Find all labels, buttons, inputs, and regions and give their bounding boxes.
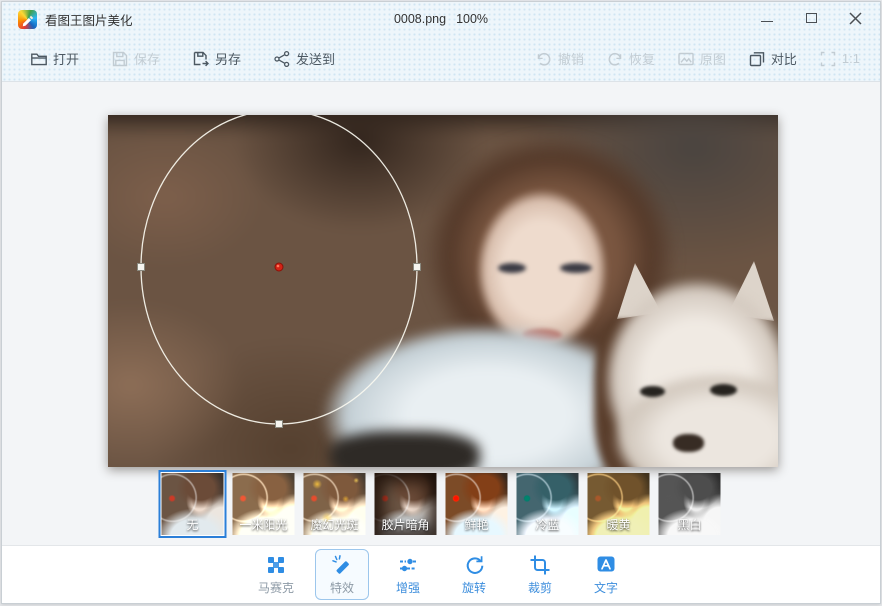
filter-label: 鲜艳 (446, 516, 508, 533)
filter-label: 胶片暗角 (375, 516, 437, 533)
filter-thumb-vivid[interactable]: 鲜艳 (446, 473, 508, 535)
open-label: 打开 (53, 49, 79, 68)
maximize-icon (806, 13, 817, 23)
document-title: 0008.png 100% (2, 2, 880, 36)
filter-thumb-film-vignette[interactable]: 胶片暗角 (375, 473, 437, 535)
close-button[interactable] (840, 5, 870, 31)
filter-label: 冷蓝 (517, 516, 579, 533)
crop-tool-button[interactable]: 裁剪 (513, 549, 567, 600)
effects-tool-button[interactable]: 特效 (315, 549, 369, 600)
text-tool-button[interactable]: 文字 (579, 549, 633, 600)
filter-thumb-magic-bokeh[interactable]: 魔幻光斑 (304, 473, 366, 535)
header: 看图王图片美化 0008.png 100% 打开 (2, 2, 880, 82)
filter-label: 黑白 (659, 516, 721, 533)
selection-overlay (108, 115, 778, 467)
undo-button[interactable]: 撤销 (535, 49, 584, 68)
save-icon (111, 50, 129, 68)
selection-handle-bottom[interactable] (276, 421, 283, 428)
sliders-icon (397, 554, 419, 576)
text-label: 文字 (594, 579, 618, 596)
redo-icon (606, 50, 624, 68)
window-controls (752, 5, 870, 31)
titlebar[interactable]: 看图王图片美化 0008.png 100% (2, 2, 880, 36)
compare-button[interactable]: 对比 (748, 49, 797, 68)
share-icon (273, 50, 291, 68)
app-window: 看图王图片美化 0008.png 100% 打开 (1, 1, 881, 604)
save-as-icon (192, 50, 210, 68)
minimize-icon (761, 21, 773, 22)
rotate-icon (463, 554, 485, 576)
open-button[interactable]: 打开 (30, 49, 79, 68)
zoom-level: 100% (456, 12, 488, 26)
selection-handle-left[interactable] (138, 264, 145, 271)
app-title: 看图王图片美化 (45, 10, 133, 29)
redo-button[interactable]: 恢复 (606, 49, 655, 68)
save-as-button[interactable]: 另存 (192, 49, 241, 68)
compare-label: 对比 (771, 49, 797, 68)
filter-thumb-cool-blue[interactable]: 冷蓝 (517, 473, 579, 535)
one-to-one-icon (819, 50, 837, 68)
bottom-toolbar: 马赛克 特效 增强 旋转 裁剪 文字 (2, 545, 880, 603)
original-image-icon (677, 50, 695, 68)
close-icon (849, 12, 862, 25)
filter-thumb-none[interactable]: 无 (162, 473, 224, 535)
mosaic-label: 马赛克 (258, 579, 294, 596)
mosaic-tool-button[interactable]: 马赛克 (249, 549, 303, 600)
toolbar-right-group: 撤销 恢复 原图 对比 1:1 (535, 49, 860, 68)
compare-icon (748, 50, 766, 68)
rotate-label: 旋转 (462, 579, 486, 596)
send-to-button[interactable]: 发送到 (273, 49, 335, 68)
minimize-button[interactable] (752, 5, 782, 31)
selection-center-highlight (277, 265, 280, 268)
toolbar-left-group: 打开 保存 另存 发送到 (30, 49, 335, 68)
filter-thumb-black-white[interactable]: 黑白 (659, 473, 721, 535)
magic-wand-icon (331, 554, 353, 576)
rotate-tool-button[interactable]: 旋转 (447, 549, 501, 600)
selection-center-marker[interactable] (275, 263, 283, 271)
crop-label: 裁剪 (528, 579, 552, 596)
mosaic-icon (265, 554, 287, 576)
crop-icon (529, 554, 551, 576)
one-to-one-button[interactable]: 1:1 (819, 49, 860, 68)
save-label: 保存 (134, 49, 160, 68)
undo-label: 撤销 (558, 49, 584, 68)
enhance-tool-button[interactable]: 增强 (381, 549, 435, 600)
redo-label: 恢复 (629, 49, 655, 68)
save-button[interactable]: 保存 (111, 49, 160, 68)
enhance-label: 增强 (396, 579, 420, 596)
maximize-button[interactable] (796, 5, 826, 31)
filter-strip: 无 一米阳光 魔幻光斑 胶片暗角 鲜艳 冷蓝 暖黄 黑白 (162, 473, 721, 535)
undo-icon (535, 50, 553, 68)
document-filename: 0008.png (394, 12, 446, 26)
main-toolbar: 打开 保存 另存 发送到 撤销 (2, 36, 880, 81)
one-to-one-label: 1:1 (842, 51, 860, 66)
original-image-button[interactable]: 原图 (677, 49, 726, 68)
canvas-image[interactable] (108, 115, 778, 467)
filter-label: 暖黄 (588, 516, 650, 533)
save-as-label: 另存 (215, 49, 241, 68)
text-icon (595, 554, 617, 576)
selection-handle-right[interactable] (414, 264, 421, 271)
filter-thumb-sunshine[interactable]: 一米阳光 (233, 473, 295, 535)
effects-label: 特效 (330, 579, 354, 596)
app-logo-icon (18, 10, 37, 29)
folder-open-icon (30, 50, 48, 68)
filter-thumb-warm-yellow[interactable]: 暖黄 (588, 473, 650, 535)
filter-label: 一米阳光 (233, 516, 295, 533)
filter-label: 无 (162, 516, 224, 533)
filter-label: 魔幻光斑 (304, 516, 366, 533)
original-image-label: 原图 (700, 49, 726, 68)
send-to-label: 发送到 (296, 49, 335, 68)
